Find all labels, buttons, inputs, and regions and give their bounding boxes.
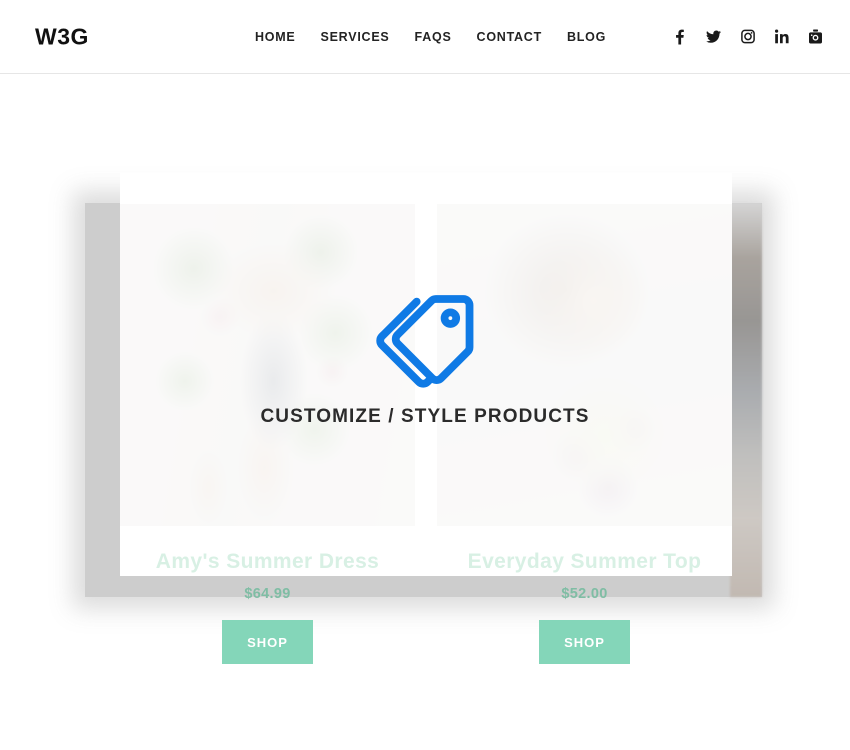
product-image-grid: [120, 204, 732, 526]
linkedin-icon[interactable]: [774, 29, 789, 44]
shop-button[interactable]: SHOP: [222, 620, 313, 665]
facebook-icon[interactable]: [672, 29, 687, 44]
instagram-icon[interactable]: [740, 29, 755, 44]
product-item: Amy's Summer Dress $64.99 SHOP: [120, 549, 415, 665]
product-title: Amy's Summer Dress: [155, 550, 380, 573]
nav-link-blog[interactable]: BLOG: [567, 30, 606, 44]
twitter-icon[interactable]: [706, 29, 721, 44]
youtube-icon[interactable]: [808, 29, 823, 44]
social-links: [672, 29, 823, 44]
nav-link-home[interactable]: HOME: [255, 30, 296, 44]
nav-link-contact[interactable]: CONTACT: [477, 30, 542, 44]
product-item: Everyday Summer Top $52.00 SHOP: [437, 549, 732, 665]
page-stage: CUSTOMIZE / STYLE PRODUCTS Amy's Summer …: [0, 74, 850, 750]
product-info-row: Amy's Summer Dress $64.99 SHOP Everyday …: [120, 549, 732, 665]
product-image-amys-summer-dress[interactable]: [120, 204, 415, 526]
product-photo: [120, 204, 415, 526]
brand-logo[interactable]: W3G: [35, 23, 89, 50]
product-title: Everyday Summer Top: [467, 550, 702, 573]
nav-link-services[interactable]: SERVICES: [321, 30, 390, 44]
product-price: $52.00: [561, 586, 608, 603]
product-image-everyday-summer-top[interactable]: [437, 204, 732, 526]
edge-photo-strip: [730, 203, 762, 597]
site-header: W3G HOME SERVICES FAQS CONTACT BLOG: [0, 0, 850, 74]
product-price: $64.99: [244, 586, 291, 603]
product-photo: [437, 204, 732, 526]
main-navigation: HOME SERVICES FAQS CONTACT BLOG: [255, 30, 606, 44]
shop-button[interactable]: SHOP: [539, 620, 630, 665]
nav-link-faqs[interactable]: FAQS: [415, 30, 452, 44]
